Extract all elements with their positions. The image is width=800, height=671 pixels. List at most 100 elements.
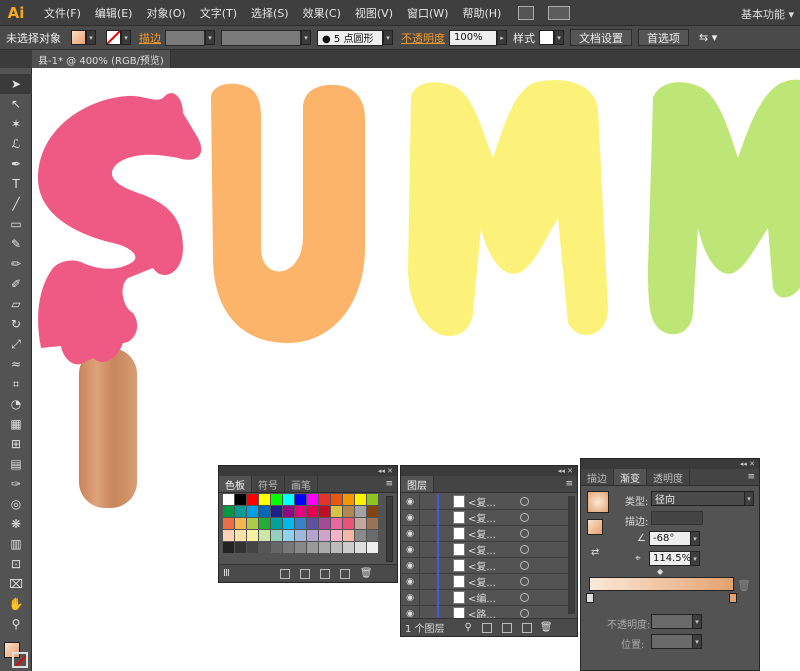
pencil-icon[interactable]: ✏ [0, 254, 32, 274]
swatch[interactable] [295, 542, 306, 553]
free-transform-icon[interactable]: ⌗ [0, 374, 32, 394]
lasso-icon[interactable]: ℒ [0, 134, 32, 154]
visibility-eye-icon[interactable]: ◉ [401, 545, 419, 555]
swatch[interactable] [343, 530, 354, 541]
gradient-stop-left[interactable] [586, 593, 594, 603]
arrange-icon[interactable]: ⇆ ▾ [699, 31, 717, 44]
visibility-eye-icon[interactable]: ◉ [401, 561, 419, 571]
stroke-gradient-buttons[interactable] [651, 511, 703, 525]
swatch[interactable] [367, 542, 378, 553]
gradient-slider[interactable] [589, 577, 734, 591]
menu-help[interactable]: 帮助(H) [455, 5, 508, 21]
swatch[interactable] [223, 518, 234, 529]
swatch[interactable] [283, 542, 294, 553]
stroke-label[interactable]: 描边 [139, 30, 161, 46]
swatch[interactable] [235, 530, 246, 541]
stroke-swatch[interactable] [106, 30, 121, 45]
magic-wand-icon[interactable]: ✶ [0, 114, 32, 134]
swatch[interactable] [343, 494, 354, 505]
menu-object[interactable]: 对象(O) [139, 5, 192, 21]
perspective-grid-icon[interactable]: ▦ [0, 414, 32, 434]
swatch-library-icon[interactable]: Ⅲ [223, 568, 230, 579]
menu-window[interactable]: 窗口(W) [400, 5, 455, 21]
lock-toggle[interactable] [419, 509, 435, 526]
swatch[interactable] [223, 530, 234, 541]
stroke-weight-dropdown-icon[interactable]: ▾ [205, 30, 215, 45]
stroke-weight-field[interactable] [165, 29, 205, 46]
swatch[interactable] [223, 494, 234, 505]
panel-collapse-bar[interactable]: ◂◂ ✕ [219, 466, 397, 476]
menu-effect[interactable]: 效果(C) [296, 5, 348, 21]
visibility-eye-icon[interactable]: ◉ [401, 577, 419, 587]
gradient-preview[interactable] [587, 491, 609, 513]
angle-dropdown-icon[interactable]: ▾ [690, 531, 700, 546]
visibility-eye-icon[interactable]: ◉ [401, 609, 419, 619]
style-swatch[interactable] [539, 30, 554, 45]
layer-row[interactable]: ◉ <编... [401, 589, 569, 606]
fill-stroke-icon[interactable] [587, 519, 603, 535]
fill-swatch[interactable] [71, 30, 86, 45]
visibility-eye-icon[interactable]: ◉ [401, 593, 419, 603]
symbol-sprayer-icon[interactable]: ❋ [0, 514, 32, 534]
variable-width-field[interactable] [221, 29, 301, 46]
new-swatch-icon[interactable] [339, 568, 350, 579]
new-color-group-icon[interactable] [319, 568, 330, 579]
layers-scrollbar[interactable] [568, 496, 575, 614]
target-icon[interactable] [520, 529, 529, 538]
layer-row[interactable]: ◉ <复... [401, 509, 569, 526]
swatch[interactable] [247, 530, 258, 541]
swatch[interactable] [343, 518, 354, 529]
swatch[interactable] [235, 518, 246, 529]
target-icon[interactable] [520, 545, 529, 554]
slice-tool-icon[interactable]: ⌧ [0, 574, 32, 594]
swatch[interactable] [235, 494, 246, 505]
zoom-tool-icon[interactable]: ⚲ [0, 614, 32, 634]
new-sublayer-icon[interactable] [501, 622, 512, 633]
swatch[interactable] [247, 518, 258, 529]
gradient-collapse-bar[interactable]: ◂◂ ✕ [581, 459, 759, 469]
opacity-field[interactable] [651, 614, 693, 629]
swatch[interactable] [367, 530, 378, 541]
menu-select[interactable]: 选择(S) [244, 5, 296, 21]
swatch[interactable] [343, 542, 354, 553]
eraser-icon[interactable]: ▱ [0, 294, 32, 314]
swatch[interactable] [307, 494, 318, 505]
swatch[interactable] [295, 530, 306, 541]
swatch[interactable] [331, 518, 342, 529]
lock-toggle[interactable] [419, 557, 435, 574]
swatch[interactable] [271, 530, 282, 541]
swatch[interactable] [259, 530, 270, 541]
delete-swatch-icon[interactable]: 🗑 [360, 568, 373, 579]
swatch[interactable] [283, 494, 294, 505]
swatch[interactable] [295, 506, 306, 517]
swatch[interactable] [319, 518, 330, 529]
swatch[interactable] [223, 542, 234, 553]
gradient-tool-icon[interactable]: ▤ [0, 454, 32, 474]
paintbrush-icon[interactable]: ✎ [0, 234, 32, 254]
menu-edit[interactable]: 编辑(E) [88, 5, 140, 21]
swatch[interactable] [355, 494, 366, 505]
rectangle-tool-icon[interactable]: ▭ [0, 214, 32, 234]
swatch[interactable] [223, 506, 234, 517]
swatch[interactable] [295, 494, 306, 505]
new-layer-icon[interactable] [521, 622, 532, 633]
layer-name[interactable]: <复... [468, 510, 508, 525]
swatch[interactable] [331, 530, 342, 541]
swatch[interactable] [355, 530, 366, 541]
swatch[interactable] [307, 530, 318, 541]
aspect-dropdown-icon[interactable]: ▾ [690, 551, 700, 566]
visibility-eye-icon[interactable]: ◉ [401, 529, 419, 539]
swatch[interactable] [235, 542, 246, 553]
blend-tool-icon[interactable]: ◎ [0, 494, 32, 514]
swatch[interactable] [259, 506, 270, 517]
target-icon[interactable] [520, 593, 529, 602]
opacity-field[interactable]: 100% [449, 29, 497, 46]
layers-menu-icon[interactable]: ≡ [561, 476, 577, 492]
target-icon[interactable] [520, 577, 529, 586]
lock-toggle[interactable] [419, 525, 435, 542]
swatch-scrollbar[interactable] [386, 496, 393, 562]
menu-type[interactable]: 文字(T) [193, 5, 244, 21]
type-dropdown-icon[interactable]: ▾ [744, 491, 754, 506]
swatch[interactable] [283, 506, 294, 517]
gradient-midpoint-icon[interactable]: ◆ [657, 567, 663, 576]
